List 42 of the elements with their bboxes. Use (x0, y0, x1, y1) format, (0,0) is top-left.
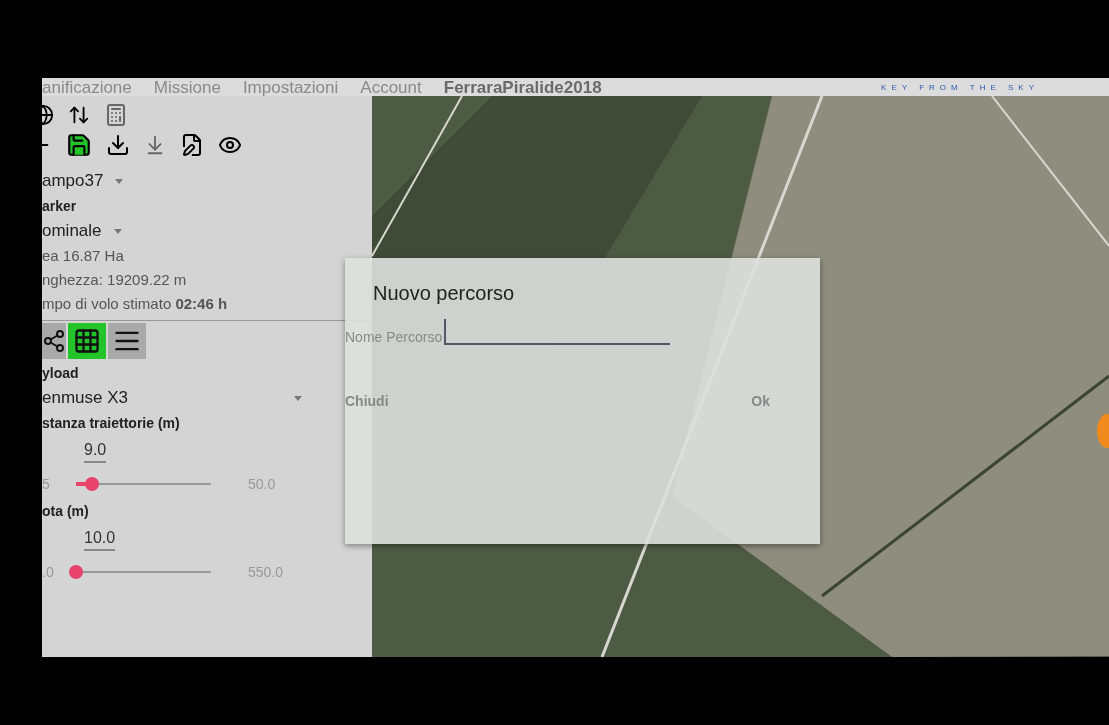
caret-icon (294, 395, 302, 401)
min-label: 5 (42, 476, 51, 492)
menu-item[interactable]: Account (360, 79, 422, 96)
download-icon[interactable] (106, 133, 130, 157)
slider-thumb[interactable] (69, 565, 83, 579)
payload-label: yload (42, 364, 80, 383)
caret-icon (113, 228, 122, 234)
area-text: ea 16.87 Ha (42, 246, 125, 266)
input-field[interactable] (444, 319, 671, 345)
value-field[interactable]: 10.0 (84, 529, 116, 551)
menu-item[interactable]: Missione (153, 79, 221, 96)
arrows-icon[interactable] (68, 104, 90, 126)
max-label: 550.0 (248, 564, 284, 580)
payload-dropdown[interactable]: enmuse X3 (42, 388, 128, 408)
mode-button[interactable] (108, 323, 146, 359)
menu-item[interactable]: anificazione (42, 79, 132, 96)
profile-dropdown[interactable]: ominale (42, 221, 102, 241)
dialog-button[interactable]: Chiudi (345, 393, 389, 409)
field-label: Nome Percorso (345, 329, 443, 345)
flight-time-text: mpo di volo stimato 02:46 h (42, 294, 229, 314)
caret-icon (115, 178, 124, 184)
nodes-icon (42, 328, 66, 354)
mode-button[interactable] (42, 323, 66, 359)
value-field[interactable]: 9.0 (84, 441, 107, 463)
mode-button[interactable] (68, 323, 106, 359)
menu-item[interactable]: Impostazioni (242, 79, 339, 96)
edit-icon[interactable] (180, 133, 204, 157)
dialog-title: Nuovo percorso (373, 282, 515, 305)
max-label: 50.0 (248, 476, 276, 492)
min-label: .0 (42, 564, 55, 580)
grid-icon (73, 327, 101, 355)
dialog-button[interactable]: Ok (751, 393, 770, 409)
slider-label: stanza traiettorie (m) (42, 414, 181, 433)
logo-tagline: KEY FROM THE SKY (881, 82, 1039, 92)
marker-label: arker (42, 197, 78, 216)
calculator-icon[interactable] (104, 103, 128, 127)
length-text: nghezza: 19209.22 m (42, 270, 188, 290)
field-dropdown[interactable]: ampo37 (42, 171, 104, 191)
slider-label: ota (m) (42, 502, 90, 521)
slider-thumb[interactable] (85, 477, 100, 491)
project-name: FerraraPiralide2018 (443, 79, 602, 96)
save-icon[interactable] (66, 132, 92, 158)
